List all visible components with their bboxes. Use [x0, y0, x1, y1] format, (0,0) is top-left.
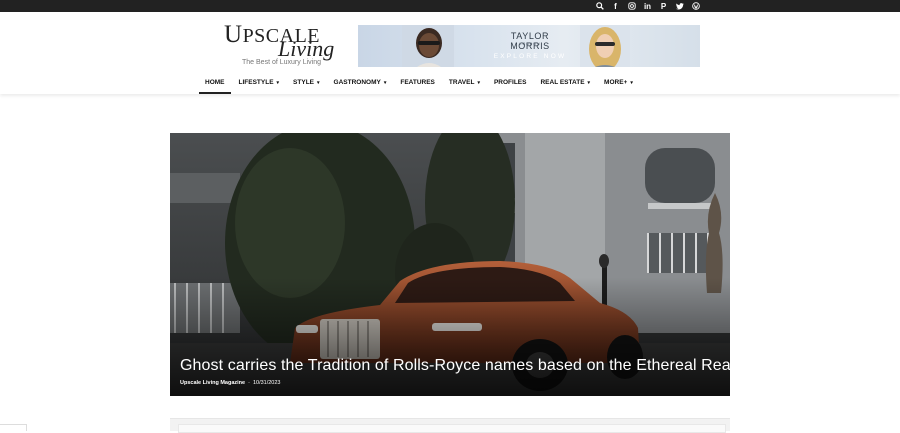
meta-separator: - [248, 380, 250, 386]
featured-title[interactable]: Ghost carries the Tradition of Rolls-Roy… [180, 357, 730, 375]
ad-banner[interactable]: TAYLOR MORRIS LONDON EXPLORE NOW [358, 25, 700, 67]
content-box [178, 424, 726, 433]
nav-item-label: REAL ESTATE [540, 79, 585, 86]
banner-explore-now[interactable]: EXPLORE NOW [482, 53, 578, 60]
featured-date: 10/31/2023 [252, 380, 281, 386]
twitter-icon[interactable] [675, 2, 684, 11]
nav-item-profiles[interactable]: PROFILES [487, 77, 534, 94]
facebook-icon[interactable]: f [611, 2, 620, 11]
nav-item-label: STYLE [293, 79, 314, 86]
content-strip [170, 418, 730, 433]
top-bar: f in P [0, 0, 900, 12]
banner-brand: TAYLOR MORRIS [510, 31, 550, 51]
featured-author[interactable]: Upscale Living Magazine [180, 380, 245, 386]
banner-model-man [402, 25, 454, 67]
nav-item-home[interactable]: HOME [198, 77, 232, 94]
nav-item-label: HOME [205, 79, 225, 86]
chevron-down-icon: ▾ [383, 80, 387, 86]
nav-item-gastronomy[interactable]: GASTRONOMY ▾ [327, 77, 394, 94]
site-header: UPSCALE Living The Best of Luxury Living… [0, 12, 900, 94]
nav-item-label: GASTRONOMY [333, 79, 381, 86]
nav-item-label: MORE+ [604, 79, 628, 86]
nav-item-more[interactable]: MORE+ ▾ [597, 77, 640, 94]
instagram-icon[interactable] [627, 2, 636, 11]
chevron-down-icon: ▾ [630, 80, 633, 86]
featured-article[interactable]: Ghost carries the Tradition of Rolls-Roy… [170, 133, 730, 396]
chevron-down-icon: ▾ [477, 80, 480, 86]
nav-item-real-estate[interactable]: REAL ESTATE ▾ [533, 77, 597, 94]
nav-item-travel[interactable]: TRAVEL ▾ [442, 77, 487, 94]
pinterest-icon[interactable]: P [659, 2, 668, 11]
logo-tagline: The Best of Luxury Living [242, 59, 321, 66]
main-nav: HOME LIFESTYLE ▾ STYLE ▾ GASTRONOMY ▾ FEATURES T… [198, 77, 640, 94]
nav-item-lifestyle[interactable]: LIFESTYLE ▾ [232, 77, 287, 94]
social-icons: f in P [595, 0, 700, 12]
chevron-down-icon: ▾ [276, 80, 280, 86]
wordpress-icon[interactable] [691, 2, 700, 11]
chevron-down-icon: ▾ [587, 80, 591, 86]
chevron-down-icon: ▾ [317, 80, 320, 86]
nav-item-features[interactable]: FEATURES [393, 77, 442, 94]
nav-item-label: PROFILES [493, 79, 527, 86]
site-logo[interactable]: UPSCALE Living The Best of Luxury Living [224, 22, 344, 70]
nav-item-label: FEATURES [400, 79, 435, 86]
banner-sub: LONDON [519, 42, 541, 46]
featured-meta: Upscale Living Magazine -10/31/2023 [180, 380, 280, 386]
banner-model-woman [580, 25, 630, 67]
nav-item-label: LIFESTYLE [238, 79, 274, 86]
linkedin-icon[interactable]: in [643, 2, 652, 11]
nav-item-label: TRAVEL [448, 79, 475, 86]
nav-item-style[interactable]: STYLE ▾ [286, 77, 326, 94]
search-icon[interactable] [595, 2, 604, 11]
